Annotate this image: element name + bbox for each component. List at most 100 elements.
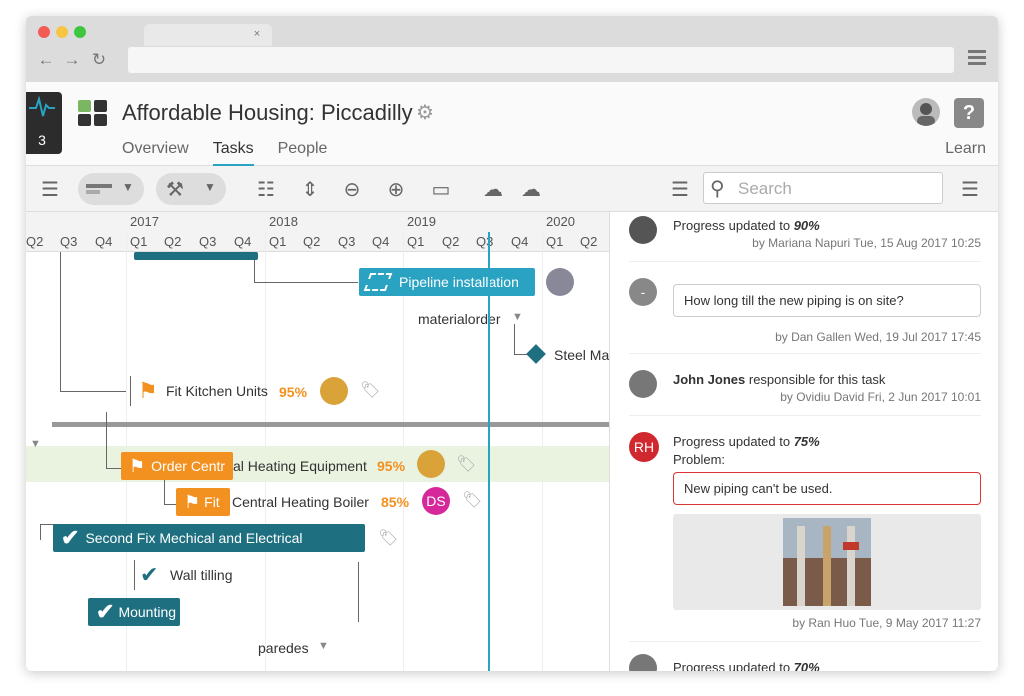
assignee-avatar[interactable]: [320, 377, 348, 405]
quarter-label: Q1: [269, 234, 287, 249]
dependency-line: [254, 260, 255, 282]
search-input[interactable]: ⚲ Search: [703, 172, 943, 204]
flag-icon: ⚑: [129, 455, 146, 476]
user-avatar[interactable]: [912, 98, 940, 126]
collapse-icon[interactable]: ▼: [318, 640, 329, 652]
attachment-photo[interactable]: [673, 514, 981, 610]
tag-icon[interactable]: 🏷: [462, 490, 484, 510]
maximize-window-dot[interactable]: [74, 26, 86, 38]
reload-icon[interactable]: ↻: [89, 50, 109, 70]
present-icon[interactable]: ▭: [426, 174, 456, 204]
task-bar-pipeline[interactable]: Pipeline installation: [359, 268, 535, 296]
tools-dropdown[interactable]: ⚒ ▼: [156, 173, 226, 205]
tag-icon[interactable]: 🏷: [378, 528, 400, 548]
app-grid-logo-icon[interactable]: [78, 100, 108, 126]
dependency-line: [106, 412, 107, 468]
indent-icon[interactable]: ☷: [252, 174, 280, 204]
fit-height-icon[interactable]: ⇕: [296, 174, 324, 204]
quarter-label: Q4: [511, 234, 529, 249]
collapse-icon[interactable]: ▼: [30, 438, 41, 450]
dependency-line: [254, 282, 358, 283]
flag-icon: ⚑: [138, 378, 158, 403]
tab-tasks[interactable]: Tasks: [212, 140, 254, 166]
bracket-line: [130, 376, 131, 406]
assignee-avatar[interactable]: [546, 268, 574, 296]
address-bar[interactable]: [128, 47, 954, 73]
chevron-down-icon: ▼: [122, 180, 134, 194]
feed-item: - How long till the new piping is on sit…: [629, 262, 981, 354]
task-bar-boiler[interactable]: ⚑ Fit: [176, 488, 230, 516]
filter-icon[interactable]: ☰: [666, 174, 694, 204]
task-bar-mounting[interactable]: ✔ Mounting: [88, 598, 180, 626]
project-title: Affordable Housing: Piccadilly: [122, 100, 413, 125]
hamburger-menu-icon[interactable]: [968, 50, 986, 68]
tab-close-icon[interactable]: ×: [252, 28, 262, 40]
zoom-out-icon[interactable]: ⊖: [338, 174, 366, 204]
tag-icon[interactable]: 🏷: [360, 380, 382, 400]
collapse-left-panel-icon[interactable]: ☰: [36, 174, 64, 204]
task-label: Order Centr: [151, 458, 226, 474]
view-dropdown[interactable]: ▼: [78, 173, 144, 205]
check-outline-icon: [363, 273, 393, 291]
user-avatar[interactable]: -: [629, 278, 657, 306]
quarter-label: Q1: [130, 234, 148, 249]
cloud-download-icon[interactable]: ☁: [478, 174, 508, 204]
back-icon[interactable]: ←: [36, 50, 56, 70]
browser-chrome: × ← → ↻: [26, 16, 998, 82]
zoom-in-icon[interactable]: ⊕: [382, 174, 410, 204]
feed-text: Progress updated to 90%: [673, 218, 820, 233]
quarter-label: Q4: [372, 234, 390, 249]
learn-link[interactable]: Learn: [945, 140, 986, 158]
help-icon[interactable]: ?: [954, 98, 984, 128]
summary-bar-top[interactable]: [134, 252, 258, 260]
feed-text-prefix: Progress updated to: [673, 660, 794, 671]
user-avatar[interactable]: [629, 216, 657, 244]
progress-percent: 85%: [381, 494, 410, 510]
activity-count: 3: [38, 132, 46, 148]
feed-progress-value: 90%: [793, 218, 820, 233]
feed-progress-value: 70%: [793, 660, 820, 671]
dependency-line: [164, 504, 176, 505]
bracket-line: [134, 560, 135, 590]
task-bar-order-heating[interactable]: ⚑ Order Centr: [121, 452, 233, 480]
app-header: 3 Affordable Housing: Piccadilly ⚙ Overv…: [26, 82, 998, 166]
task-label: Central Heating Boiler: [232, 494, 369, 510]
gear-icon[interactable]: ⚙: [416, 100, 438, 125]
problem-bubble: New piping can't be used.: [673, 472, 981, 505]
assignee-avatar[interactable]: DS: [422, 487, 450, 515]
dependency-line: [164, 480, 165, 504]
pulse-icon: [29, 95, 55, 117]
quarter-label: Q3: [338, 234, 356, 249]
dependency-line: [60, 252, 61, 392]
activity-badge[interactable]: 3: [26, 92, 62, 154]
task-label: al Heating Equipment: [233, 458, 367, 474]
user-avatar[interactable]: [629, 370, 657, 398]
minimize-window-dot[interactable]: [56, 26, 68, 38]
assignee-avatar[interactable]: [417, 450, 445, 478]
bar-view-icon: [86, 184, 112, 194]
quarter-label: Q4: [95, 234, 113, 249]
cloud-upload-icon[interactable]: ☁: [516, 174, 546, 204]
quarter-label: Q2: [580, 234, 598, 249]
tag-icon[interactable]: 🏷: [456, 454, 478, 474]
collapse-icon[interactable]: ▼: [512, 311, 523, 323]
quarter-label: Q3: [199, 234, 217, 249]
quarter-header: Q2 Q3 Q4 Q1 Q2 Q3 Q4 Q1 Q2 Q3 Q4 Q1 Q2 Q…: [26, 232, 609, 252]
feed-user-name: John Jones: [673, 372, 746, 387]
activity-feed: Progress updated to 90% by Mariana Napur…: [611, 212, 998, 671]
forward-icon[interactable]: →: [62, 50, 82, 70]
task-bar-second-fix[interactable]: ✔ Second Fix Mechical and Electrical: [53, 524, 365, 552]
summary-bar-group[interactable]: [52, 422, 609, 427]
close-window-dot[interactable]: [38, 26, 50, 38]
tab-overview[interactable]: Overview: [122, 140, 189, 166]
feed-meta: by Ran Huo Tue, 9 May 2017 11:27: [792, 616, 981, 630]
collapse-right-panel-icon[interactable]: ☰: [956, 174, 984, 204]
feed-item: RH Progress updated to 75% Problem: New …: [629, 416, 981, 642]
user-avatar[interactable]: RH: [629, 432, 659, 462]
quarter-label: Q3: [476, 234, 494, 249]
tab-people[interactable]: People: [278, 140, 328, 166]
hammer-icon: ⚒: [166, 179, 184, 201]
browser-tab[interactable]: ×: [144, 24, 272, 46]
user-avatar[interactable]: [629, 654, 657, 671]
feed-text-prefix: Progress updated to: [673, 434, 794, 449]
